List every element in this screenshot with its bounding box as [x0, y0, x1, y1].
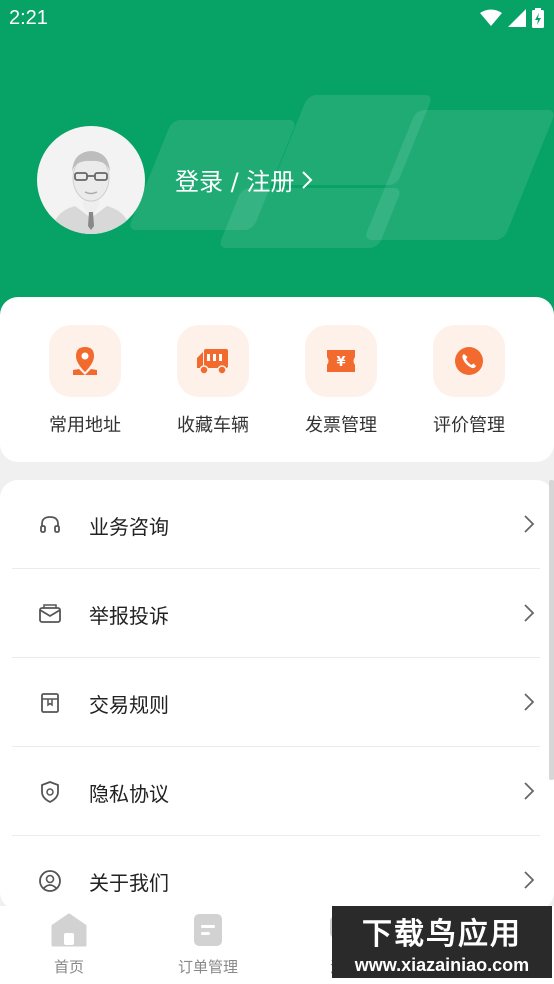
menu-item-privacy-agreement[interactable]: 隐私协议 [12, 747, 540, 836]
menu-item-about-us[interactable]: 关于我们 [12, 836, 540, 910]
tab-home[interactable]: 首页 [14, 912, 124, 977]
status-bar: 2:21 [0, 0, 554, 38]
user-circle-icon [39, 870, 61, 892]
headset-icon [40, 516, 60, 533]
battery-charging-icon [532, 8, 544, 28]
chevron-right-icon [524, 604, 535, 622]
menu-item-label: 业务咨询 [89, 515, 169, 539]
tab-label: 首页 [53, 958, 84, 976]
default-user-avatar [51, 151, 131, 234]
quick-action-label: 收藏车辆 [177, 415, 249, 436]
rules-book-icon [41, 693, 59, 713]
quick-icon-bg: ¥ [305, 325, 377, 397]
quick-action-review-management[interactable]: 评价管理 [419, 325, 519, 437]
quick-icon-bg [49, 325, 121, 397]
chevron-right-icon [302, 170, 313, 189]
chevron-right-icon [524, 693, 535, 711]
watermark-url-text: www.xiazainiao.com [354, 954, 530, 975]
status-icons [480, 8, 544, 28]
quick-icon-bg [177, 325, 249, 397]
menu-item-report-complaint[interactable]: 举报投诉 [12, 569, 540, 658]
watermark-main-text: 下载鸟应用 [362, 916, 522, 952]
tab-order-management[interactable]: 订单管理 [153, 912, 263, 977]
wifi-icon [480, 9, 502, 26]
menu-item-label: 关于我们 [89, 871, 169, 895]
menu-item-label: 举报投诉 [89, 604, 169, 628]
order-icon [194, 914, 222, 946]
mail-icon [39, 604, 61, 623]
menu-item-label: 隐私协议 [89, 782, 169, 806]
quick-icon-bg [433, 325, 505, 397]
signal-icon [508, 9, 526, 27]
login-register-link[interactable]: 登录 / 注册 [175, 162, 314, 197]
chevron-right-icon [524, 871, 535, 889]
truck-icon [197, 349, 228, 375]
status-time: 2:21 [9, 7, 48, 29]
quick-action-favorite-vehicles[interactable]: 收藏车辆 [163, 325, 263, 437]
location-pin-icon [73, 347, 97, 375]
menu-item-trading-rules[interactable]: 交易规则 [12, 658, 540, 747]
home-icon [51, 913, 87, 947]
settings-menu-card: 业务咨询 举报投诉 交易规则 隐私协议 关于我们 [0, 480, 554, 910]
quick-action-label: 评价管理 [433, 415, 505, 436]
chevron-right-icon [524, 515, 535, 533]
invoice-ticket-icon: ¥ [327, 350, 355, 372]
quick-action-label: 发票管理 [305, 415, 377, 436]
watermark-logo: 下载鸟应用 www.xiazainiao.com [332, 906, 552, 978]
login-register-text: 登录 / 注册 [175, 168, 295, 196]
avatar[interactable] [37, 126, 145, 234]
scrollbar[interactable] [549, 480, 554, 780]
quick-action-invoice-management[interactable]: ¥ 发票管理 [291, 325, 391, 437]
chevron-right-icon [524, 782, 535, 800]
phone-icon [455, 347, 483, 375]
quick-actions-card: 常用地址 收藏车辆 ¥ 发票管理 评价管理 [0, 297, 554, 462]
menu-item-label: 交易规则 [89, 693, 169, 717]
menu-item-business-consulting[interactable]: 业务咨询 [12, 480, 540, 569]
tab-label: 订单管理 [177, 958, 238, 976]
svg-text:¥: ¥ [336, 355, 345, 370]
quick-action-common-address[interactable]: 常用地址 [35, 325, 135, 437]
quick-action-label: 常用地址 [49, 415, 121, 436]
shield-icon [41, 781, 59, 804]
profile-header: 2:21 登录 / 注册 [0, 0, 554, 330]
